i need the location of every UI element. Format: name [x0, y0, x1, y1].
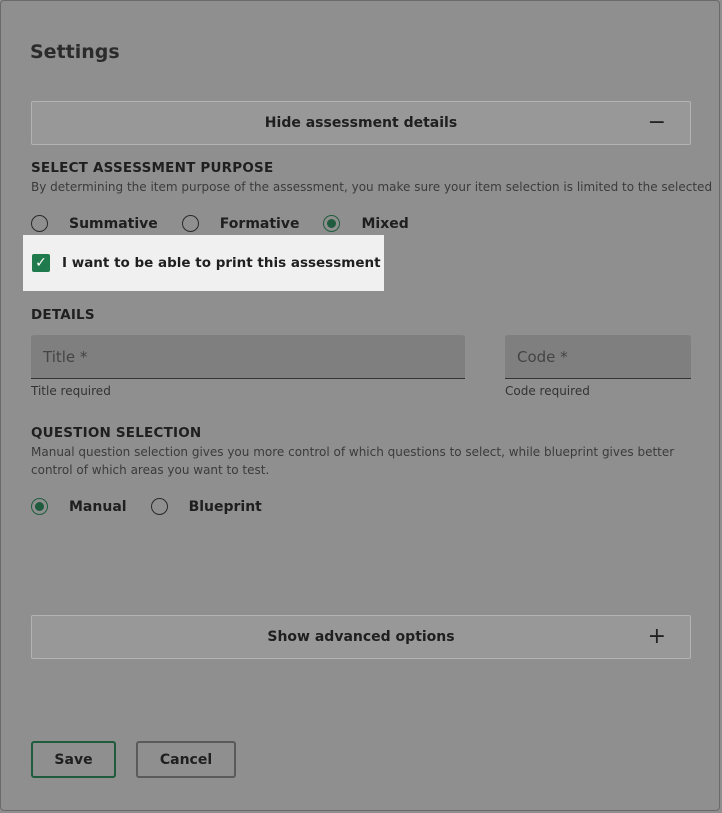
purpose-help-text: By determining the item purpose of the a… — [31, 180, 713, 194]
radio-mixed-label: Mixed — [361, 215, 409, 232]
question-selection-help-text: Manual question selection gives you more… — [31, 445, 675, 477]
checkmark-icon: ✓ — [35, 255, 47, 271]
radio-button-icon — [31, 215, 48, 232]
title-help-text: Title required — [31, 384, 111, 398]
radio-formative[interactable]: Formative — [181, 215, 300, 232]
radio-button-selected-icon — [323, 215, 341, 232]
code-input[interactable]: Code * — [505, 335, 691, 379]
radio-mixed[interactable]: Mixed — [323, 215, 409, 232]
radio-formative-label: Formative — [219, 215, 300, 232]
question-selection-radio-group: Manual Blueprint — [31, 498, 286, 515]
radio-summative[interactable]: Summative — [31, 215, 158, 232]
print-checkbox[interactable]: ✓ — [32, 254, 50, 272]
code-input-placeholder: Code * — [517, 347, 568, 366]
radio-blueprint-label: Blueprint — [188, 498, 262, 515]
title-input-placeholder: Title * — [43, 347, 88, 366]
show-advanced-options-toggle[interactable]: Show advanced options + — [31, 615, 691, 659]
radio-blueprint[interactable]: Blueprint — [150, 498, 262, 515]
details-heading: DETAILS — [31, 307, 95, 323]
purpose-radio-group: Summative Formative Mixed — [31, 215, 433, 232]
plus-icon: + — [647, 624, 666, 649]
hide-assessment-details-label: Hide assessment details — [264, 115, 458, 131]
dialog-title: Settings — [30, 41, 120, 63]
radio-button-icon — [150, 498, 168, 515]
radio-button-icon — [181, 215, 199, 232]
code-help-text: Code required — [505, 384, 590, 398]
cancel-button[interactable]: Cancel — [136, 741, 236, 778]
minus-icon: − — [647, 110, 666, 135]
radio-summative-label: Summative — [69, 215, 158, 232]
settings-dialog: Settings Hide assessment details − SELEC… — [0, 0, 720, 811]
title-input[interactable]: Title * — [31, 335, 465, 379]
show-advanced-options-label: Show advanced options — [267, 629, 455, 645]
print-option-highlight: ✓ I want to be able to print this assess… — [23, 235, 384, 291]
print-checkbox-label[interactable]: I want to be able to print this assessme… — [62, 255, 381, 271]
purpose-heading: SELECT ASSESSMENT PURPOSE — [31, 160, 274, 176]
question-selection-heading: QUESTION SELECTION — [31, 425, 202, 441]
radio-manual-label: Manual — [69, 498, 127, 515]
radio-button-selected-icon — [31, 498, 48, 515]
radio-manual[interactable]: Manual — [31, 498, 127, 515]
hide-assessment-details-toggle[interactable]: Hide assessment details − — [31, 101, 691, 145]
save-button[interactable]: Save — [31, 741, 116, 778]
